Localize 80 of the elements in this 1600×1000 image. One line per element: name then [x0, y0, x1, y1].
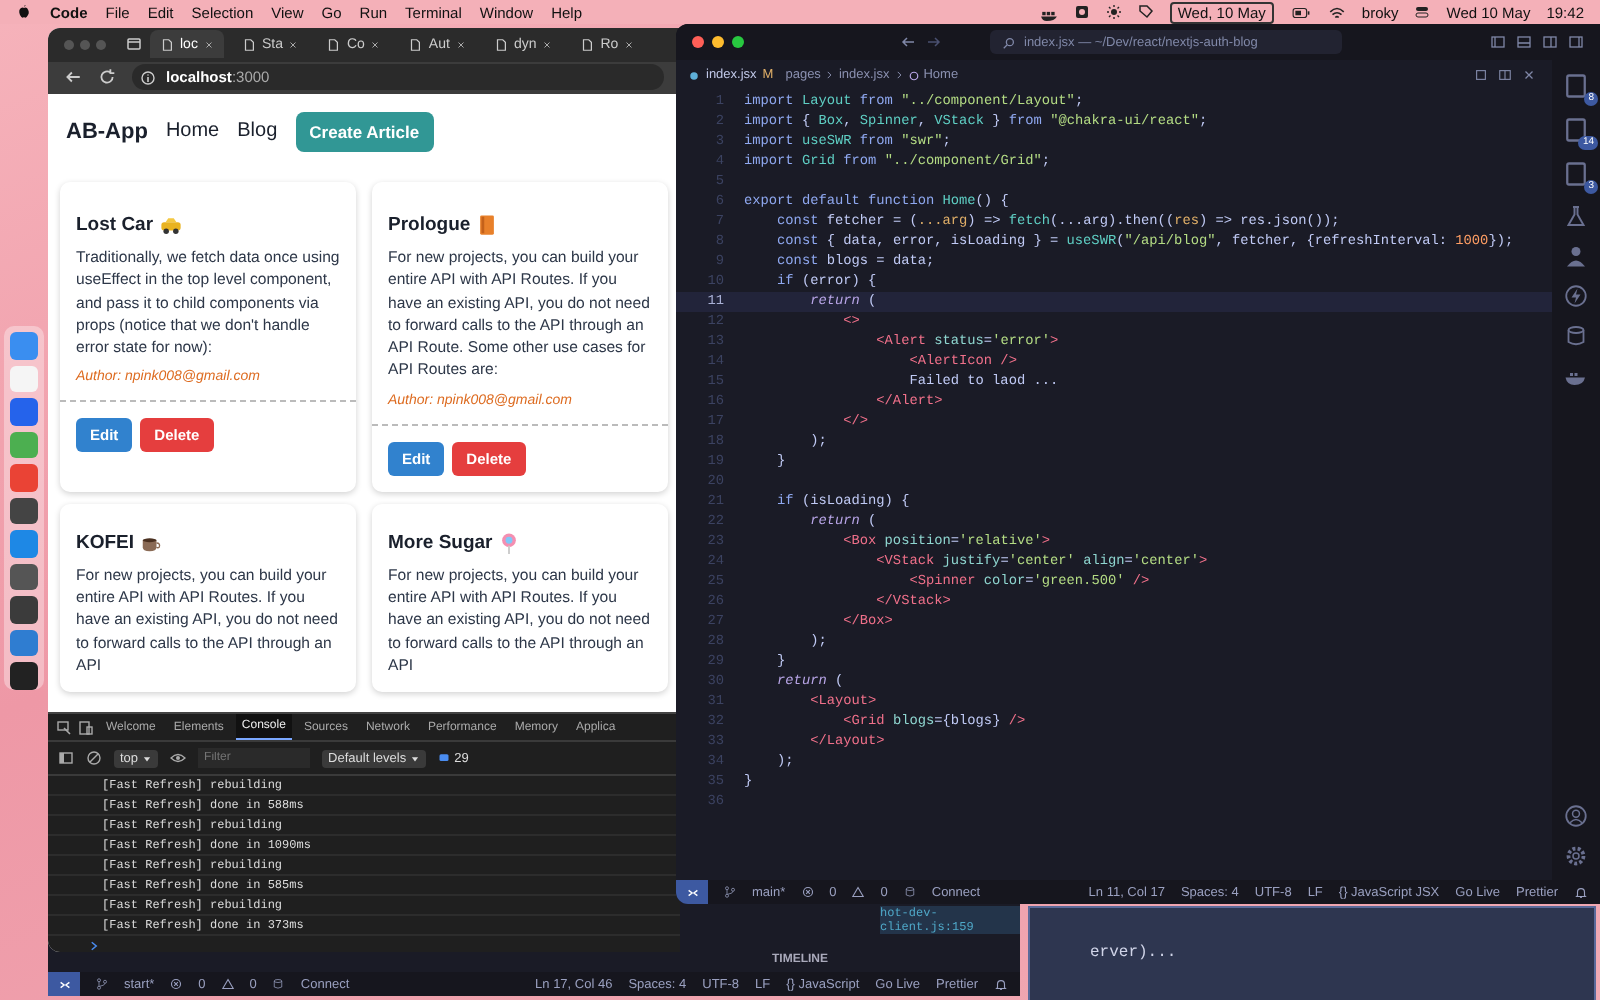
post-title: KOFEI: [76, 531, 135, 554]
branch-icon: [724, 886, 736, 898]
warning-icon: [221, 978, 234, 990]
post-title: Lost Car: [76, 214, 154, 236]
close-icon[interactable]: [455, 39, 466, 50]
dock-app-icon[interactable]: [10, 497, 38, 525]
account-icon[interactable]: [1564, 804, 1588, 828]
remote-icon: [57, 977, 71, 991]
database-icon: [903, 886, 916, 898]
symbol-icon: [907, 69, 920, 81]
close-icon[interactable]: [288, 39, 299, 50]
post-title: More Sugar: [388, 531, 493, 554]
person-icon[interactable]: [1564, 244, 1588, 268]
chevron-icon: [824, 70, 835, 80]
apple-icon[interactable]: [16, 4, 32, 20]
page-icon: [408, 37, 423, 52]
control-center-icon[interactable]: [1414, 4, 1431, 20]
bell-icon[interactable]: [994, 977, 1008, 991]
dock-app-icon[interactable]: [10, 563, 38, 591]
message-icon: [438, 752, 451, 764]
search-icon: [1002, 35, 1016, 49]
close-icon[interactable]: [1522, 68, 1536, 82]
layout-icon[interactable]: [1568, 34, 1584, 50]
eye-icon[interactable]: [170, 750, 187, 766]
layout-icon[interactable]: [1542, 34, 1558, 50]
post-title: Prologue: [388, 214, 471, 236]
sidebar-icon[interactable]: [126, 36, 142, 53]
error-icon: [170, 978, 183, 990]
page-icon: [160, 37, 174, 52]
caret-icon: [142, 753, 153, 763]
create-article-button[interactable]: Create Article: [295, 111, 434, 151]
close-icon[interactable]: [203, 39, 214, 50]
nav-link[interactable]: Blog: [237, 120, 278, 142]
settings-icon[interactable]: [1564, 844, 1588, 868]
page-icon: [326, 37, 341, 52]
close-icon[interactable]: [624, 39, 635, 50]
chevron-icon: [893, 70, 904, 80]
flask-icon[interactable]: [1564, 204, 1588, 228]
close-icon[interactable]: [542, 39, 553, 50]
tag-icon[interactable]: [1137, 4, 1154, 20]
page-icon: [580, 37, 595, 52]
shield-icon[interactable]: [1073, 4, 1090, 20]
warning-icon: [852, 886, 865, 898]
back-icon[interactable]: [64, 68, 82, 87]
layout-icon[interactable]: [1490, 34, 1506, 50]
lightning-icon[interactable]: [1564, 284, 1588, 308]
battery-icon[interactable]: [1289, 3, 1312, 21]
database-icon: [272, 978, 285, 990]
page-icon: [241, 37, 256, 52]
lollipop-icon: [498, 531, 521, 554]
layout-icon[interactable]: [1516, 34, 1532, 50]
prompt-icon: [88, 940, 100, 952]
book-icon: [476, 214, 499, 236]
split-icon[interactable]: [1498, 68, 1512, 82]
clear-console-icon[interactable]: [86, 750, 102, 766]
back-arrow-icon[interactable]: [900, 34, 916, 50]
terminal-text: erver)...: [1090, 944, 1177, 962]
caret-icon: [410, 753, 421, 763]
wifi-icon[interactable]: [1327, 3, 1346, 21]
info-icon: [140, 69, 156, 86]
sidebar-icon[interactable]: [58, 750, 74, 766]
remote-button[interactable]: [676, 880, 708, 904]
dock-app-icon[interactable]: [10, 662, 38, 691]
branch-icon: [96, 978, 108, 990]
car-icon: [159, 214, 182, 236]
bell-icon[interactable]: [1574, 885, 1588, 899]
nav-link[interactable]: Home: [165, 120, 220, 142]
remote-icon: [685, 885, 699, 899]
sun-icon[interactable]: [1105, 4, 1122, 20]
database-icon[interactable]: [1564, 324, 1588, 348]
reload-icon[interactable]: [98, 68, 116, 87]
close-icon[interactable]: [370, 39, 381, 50]
page-icon: [493, 37, 508, 52]
app-brand[interactable]: AB-App: [66, 119, 148, 143]
react-icon: [688, 69, 700, 81]
dock-app-icon[interactable]: [10, 596, 38, 624]
compare-icon[interactable]: [1474, 68, 1488, 82]
inspect-icon[interactable]: [56, 719, 72, 735]
error-icon: [801, 886, 814, 898]
device-icon[interactable]: [78, 719, 94, 735]
